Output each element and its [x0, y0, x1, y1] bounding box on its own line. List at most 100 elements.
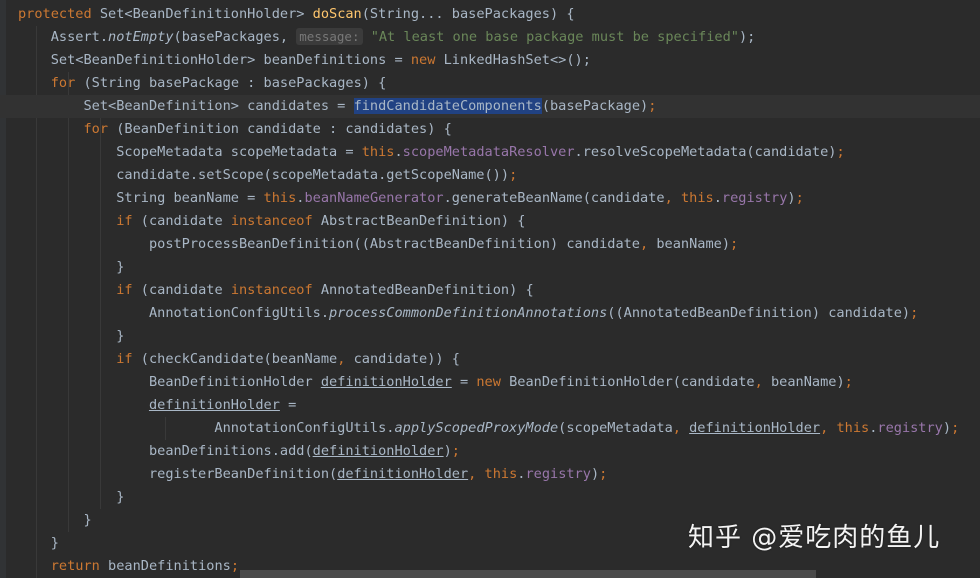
code-token: beanDefinitions [108, 558, 231, 574]
code-token: Assert. [18, 29, 109, 45]
method-name-token: doScan [312, 6, 362, 22]
code-token: } [18, 535, 59, 551]
code-token: (String... basePackages) { [361, 6, 575, 22]
keyword-token: , [664, 190, 681, 206]
keyword-token: if [116, 351, 141, 367]
code-token: ScopeMetadata scopeMetadata = [18, 144, 362, 160]
code-token: ((AnnotatedBeanDefinition) candidate) [607, 305, 911, 321]
code-token: (String basePackage : basePackages) { [83, 75, 387, 91]
code-line[interactable]: } [0, 325, 980, 348]
code-line[interactable]: AnnotationConfigUtils.processCommonDefin… [0, 302, 980, 325]
field-token: registry [721, 190, 788, 206]
keyword-token: , [672, 420, 690, 436]
code-token: (scopeMetadata [558, 420, 673, 436]
code-line[interactable]: beanDefinitions.add(definitionHolder); [0, 440, 980, 463]
keyword-token: if [116, 213, 141, 229]
keyword-token: protected [18, 6, 100, 22]
code-token: (candidate [140, 282, 231, 298]
code-token: } [18, 328, 125, 344]
code-line[interactable]: postProcessBeanDefinition((AbstractBeanD… [0, 233, 980, 256]
code-line[interactable]: String beanName = this. beanNameGenerator… [0, 187, 980, 210]
code-line[interactable]: Set<BeanDefinitionHolder> beanDefinition… [0, 49, 980, 72]
code-token: ) [590, 466, 600, 482]
variable-token: definitionHolder [689, 420, 821, 436]
code-token: (basePackage) [541, 98, 649, 114]
code-line[interactable]: candidate.setScope(scopeMetadata.getScop… [0, 164, 980, 187]
code-token: registerBeanDefinition( [18, 466, 338, 482]
selected-token: findCandidateComponents [353, 98, 542, 114]
code-line[interactable]: for (String basePackage : basePackages) … [0, 72, 980, 95]
variable-token: definitionHolder [337, 466, 469, 482]
keyword-token: new [410, 52, 444, 68]
keyword-token: ; [795, 190, 804, 206]
code-token: LinkedHashSet<>(); [443, 52, 591, 68]
variable-token: definitionHolder [312, 443, 444, 459]
keyword-token: ; [730, 236, 739, 252]
code-line[interactable]: ScopeMetadata scopeMetadata = this.scope… [0, 141, 980, 164]
code-line[interactable]: if (candidate instanceof AbstractBeanDef… [0, 210, 980, 233]
code-token: .generateBeanName(candidate [443, 190, 665, 206]
string-token: "At least one base package must be speci… [370, 29, 739, 45]
code-line[interactable]: if (candidate instanceof AnnotatedBeanDe… [0, 279, 980, 302]
code-token: beanName) [656, 236, 731, 252]
code-token: = [451, 374, 477, 390]
keyword-token: , [337, 351, 354, 367]
code-token: AnnotationConfigUtils. [18, 305, 329, 321]
code-line[interactable]: if (checkCandidate(beanName, candidate))… [0, 348, 980, 371]
keyword-token: , [468, 466, 485, 482]
code-line[interactable]: Assert.notEmpty(basePackages, message: "… [0, 26, 980, 49]
keyword-token: instanceof [230, 213, 321, 229]
code-token: (candidate [140, 213, 231, 229]
code-token: (BeanDefinition candidate : candidates) … [116, 121, 452, 137]
code-token: candidate)) { [353, 351, 460, 367]
code-token: ) [443, 443, 452, 459]
code-token: } [18, 512, 92, 528]
code-line[interactable]: } [0, 486, 980, 509]
code-token: AnnotatedBeanDefinition) { [320, 282, 534, 298]
keyword-token: ; [844, 374, 853, 390]
code-token: BeanDefinitionHolder [18, 374, 321, 390]
code-token: Set<BeanDefinition> candidates = [18, 98, 354, 114]
keyword-token: for [83, 121, 117, 137]
code-token: AbstractBeanDefinition) { [320, 213, 526, 229]
variable-token: definitionHolder [320, 374, 452, 390]
code-token: AnnotationConfigUtils. [18, 420, 395, 436]
horizontal-scrollbar[interactable] [240, 570, 816, 578]
code-line[interactable]: } [0, 256, 980, 279]
static-call-token: notEmpty [108, 29, 174, 45]
code-line[interactable]: registerBeanDefinition(definitionHolder,… [0, 463, 980, 486]
code-token: BeanDefinitionHolder(candidate [509, 374, 755, 390]
code-token: String beanName = [18, 190, 264, 206]
code-token: } [18, 259, 125, 275]
code-line[interactable]: BeanDefinitionHolder definitionHolder = … [0, 371, 980, 394]
code-token: = [279, 397, 297, 413]
code-token: . [713, 190, 722, 206]
watermark: 知乎 @爱吃肉的鱼儿 [688, 523, 941, 553]
code-token: Set<BeanDefinitionHolder> [99, 6, 313, 22]
code-editor[interactable]: protected Set<BeanDefinitionHolder> doSc… [0, 0, 980, 578]
keyword-token: ; [836, 144, 845, 160]
code-token: beanName) [771, 374, 845, 390]
static-call-token: processCommonDefinitionAnnotations [329, 305, 608, 321]
code-token: beanDefinitions.add( [18, 443, 313, 459]
code-line[interactable]: AnnotationConfigUtils.applyScopedProxyMo… [0, 417, 980, 440]
keyword-token: , [754, 374, 771, 390]
keyword-token: ; [509, 167, 518, 183]
code-token: . [394, 144, 403, 160]
code-line[interactable]: definitionHolder = [0, 394, 980, 417]
code-token: postProcessBeanDefinition((AbstractBeanD… [18, 236, 640, 252]
keyword-token: new [476, 374, 510, 390]
code-line[interactable]: protected Set<BeanDefinitionHolder> doSc… [0, 3, 980, 26]
variable-token: definitionHolder [148, 397, 280, 413]
field-token: registry [877, 420, 943, 436]
code-line-current[interactable]: Set<BeanDefinition> candidates = findCan… [0, 95, 980, 118]
code-line[interactable]: for (BeanDefinition candidate : candidat… [0, 118, 980, 141]
keyword-token: ; [451, 443, 460, 459]
field-token: beanNameGenerator [304, 190, 444, 206]
